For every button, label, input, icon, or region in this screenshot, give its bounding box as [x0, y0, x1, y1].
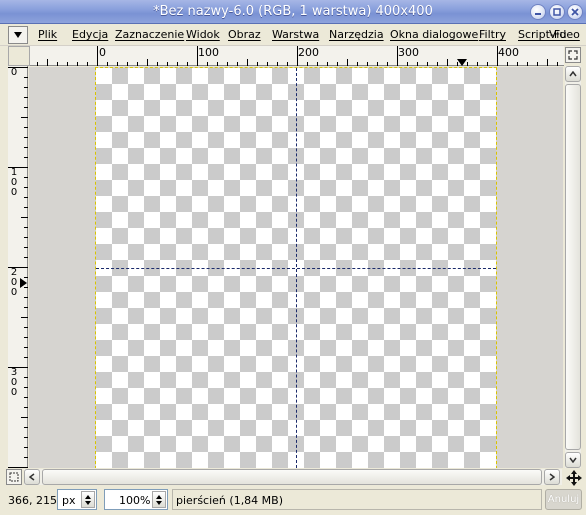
close-button[interactable] [567, 4, 583, 20]
minimize-button[interactable] [530, 4, 546, 20]
hruler-label-0: 0 [99, 46, 106, 59]
vertical-ruler[interactable]: 0 100 200 300 [8, 66, 28, 468]
zoom-spin-button[interactable] [152, 491, 166, 508]
horizontal-ruler[interactable]: 0 100 200 300 400 [30, 46, 564, 66]
unit-selector[interactable]: px [57, 489, 97, 510]
vruler-label-200: 200 [10, 267, 18, 298]
menu-item-edycja[interactable]: Edycja [72, 28, 108, 41]
horizontal-scrollbar[interactable] [24, 469, 562, 485]
canvas-area[interactable] [29, 67, 563, 468]
zoom-value: 100% [119, 494, 151, 507]
unit-value: px [62, 494, 76, 507]
zoom-selector[interactable]: 100% [104, 489, 168, 510]
window-title: *Bez nazwy-6.0 (RGB, 1 warstwa) 400x400 [153, 4, 433, 19]
maximize-button[interactable] [549, 4, 565, 20]
vertical-scrollbar[interactable] [565, 66, 581, 468]
menu-bar: Plik Edycja Zaznaczenie Widok Obraz Wars… [0, 24, 586, 46]
vruler-pointer-icon [20, 278, 27, 288]
vruler-label-0: 0 [10, 67, 18, 78]
minimize-icon [535, 13, 541, 15]
hruler-pointer-icon [457, 59, 467, 66]
title-bar: *Bez nazwy-6.0 (RGB, 1 warstwa) 400x400 [0, 0, 586, 24]
close-icon [571, 8, 579, 16]
menu-item-video[interactable]: Video [549, 28, 580, 41]
quick-mask-toggle[interactable] [6, 469, 22, 485]
pointer-coordinates: 366, 215 [8, 494, 57, 507]
menu-item-narzedzia[interactable]: Narzędzia [329, 28, 384, 41]
scroll-left-button[interactable] [24, 469, 40, 485]
menu-item-filtry[interactable]: Filtry [479, 28, 506, 41]
maximize-icon [553, 8, 561, 16]
image-menu-button[interactable] [8, 26, 28, 44]
menu-item-plik[interactable]: Plik [38, 28, 57, 41]
hruler-label-300: 300 [398, 46, 419, 59]
navigate-button[interactable] [565, 469, 583, 487]
hruler-label-400: 400 [498, 46, 519, 59]
up-down-arrows-icon [85, 494, 91, 505]
cancel-button[interactable]: Anuluj [545, 489, 582, 510]
scroll-right-button[interactable] [544, 469, 560, 485]
hruler-label-200: 200 [298, 46, 319, 59]
ruler-corner [8, 46, 30, 66]
unit-spin-button[interactable] [81, 491, 95, 508]
vertical-scroll-thumb[interactable] [565, 84, 581, 450]
chevron-down-icon [569, 457, 577, 463]
up-down-arrows-icon [156, 494, 162, 505]
navigate-icon [566, 470, 582, 486]
menu-item-warstwa[interactable]: Warstwa [272, 28, 319, 41]
horizontal-ruler-ticks [37, 46, 558, 66]
menu-item-zaznaczenie[interactable]: Zaznaczenie [115, 28, 184, 41]
image-canvas[interactable] [95, 67, 497, 468]
zoom-image-button[interactable] [565, 47, 581, 63]
chevron-right-icon [549, 473, 555, 481]
menu-arrow-icon [14, 32, 22, 38]
chevron-left-icon [29, 473, 35, 481]
vruler-label-300: 300 [10, 367, 18, 398]
vruler-label-100: 100 [10, 167, 18, 198]
hruler-label-100: 100 [198, 46, 219, 59]
chevron-up-icon [569, 71, 577, 77]
horizontal-guide[interactable] [96, 268, 496, 269]
menu-item-obraz[interactable]: Obraz [228, 28, 261, 41]
zoom-image-icon [568, 50, 578, 60]
menu-item-okna-dialogowe[interactable]: Okna dialogowe [390, 28, 478, 41]
status-bar: 366, 215 px 100% pierścień (1,84 MB) Anu… [0, 487, 586, 515]
status-message-area: pierścień (1,84 MB) [172, 489, 542, 510]
horizontal-scroll-thumb[interactable] [42, 469, 542, 485]
quick-mask-icon [9, 472, 19, 482]
menu-item-widok[interactable]: Widok [186, 28, 220, 41]
scroll-up-button[interactable] [565, 66, 581, 82]
scroll-down-button[interactable] [565, 452, 581, 468]
status-message: pierścień (1,84 MB) [176, 494, 284, 507]
